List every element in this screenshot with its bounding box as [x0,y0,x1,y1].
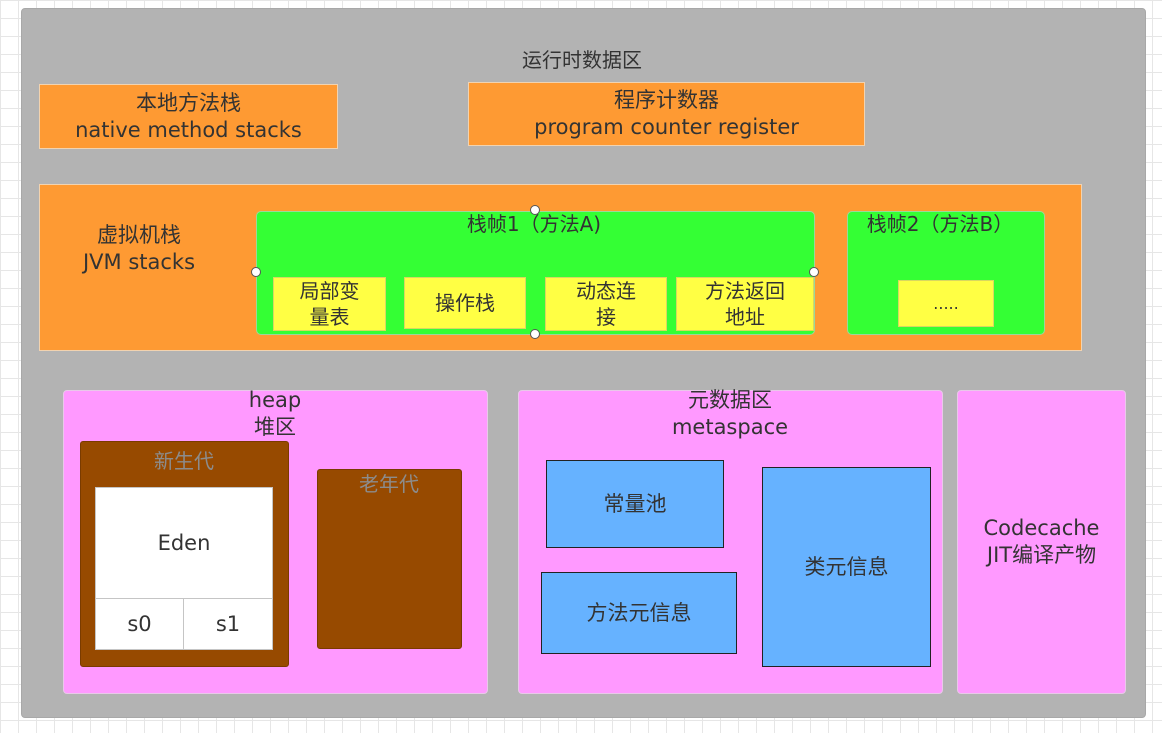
heap-label: heap 堆区 [249,387,301,441]
method-metadata-label: 方法元信息 [586,600,692,625]
local-variable-table-line2: 量表 [309,305,350,329]
dynamic-linking[interactable]: 动态连 接 [545,277,667,331]
survivor-s1[interactable]: s1 [183,598,273,650]
return-address-line1: 方法返回 [705,279,785,303]
native-method-stack[interactable]: 本地方法栈 native method stacks [39,84,338,149]
dynamic-linking-line2: 接 [596,305,616,329]
jvm-stacks-label-en: JVM stacks [82,250,196,274]
jvm-stacks-label-cn: 虚拟机栈 [96,223,181,247]
constant-pool[interactable]: 常量池 [546,460,724,548]
class-metadata[interactable]: 类元信息 [762,467,931,667]
metaspace-label-en: metaspace [671,415,789,439]
codecache[interactable]: Codecache JIT编译产物 [957,390,1126,694]
native-stack-label-cn: 本地方法栈 [136,90,241,115]
eden-label: Eden [157,530,211,555]
jvm-stacks-label: 虚拟机栈 JVM stacks [83,222,195,276]
operand-stack-label: 操作栈 [435,291,495,315]
return-address[interactable]: 方法返回 地址 [676,277,814,331]
program-counter-register[interactable]: 程序计数器 program counter register [468,82,865,146]
pc-register-label-en: program counter register [534,115,799,139]
selection-handle-right[interactable] [809,267,819,277]
return-address-line2: 地址 [725,305,765,329]
dynamic-linking-line1: 动态连 [576,279,636,303]
old-generation-title: 老年代 [359,472,419,496]
operand-stack[interactable]: 操作栈 [404,277,526,329]
survivor-s0[interactable]: s0 [95,598,184,650]
heap-label-en: heap [248,388,302,412]
heap-label-cn: 堆区 [254,415,296,439]
frame-2-placeholder-text: ..... [933,294,959,313]
stack-frame-2-title: 栈帧2（方法B） [866,212,1014,236]
local-variable-table[interactable]: 局部变 量表 [273,277,386,331]
codecache-label-en: Codecache [983,516,1100,540]
selection-handle-top[interactable] [530,205,540,215]
eden-space[interactable]: Eden [95,487,273,599]
selection-handle-bottom[interactable] [530,329,540,339]
s0-label: s0 [127,611,152,636]
metaspace-label-cn: 元数据区 [688,388,772,412]
pc-register-label-cn: 程序计数器 [614,88,719,112]
metaspace-label: 元数据区 metaspace [672,387,788,441]
frame-2-placeholder[interactable]: ..... [898,280,994,327]
local-variable-table-line1: 局部变 [299,279,360,303]
selection-handle-left[interactable] [251,267,261,277]
class-metadata-label: 类元信息 [804,554,889,579]
method-metadata[interactable]: 方法元信息 [541,572,737,654]
constant-pool-label: 常量池 [603,491,667,516]
young-generation-title: 新生代 [154,449,214,473]
codecache-label-cn: JIT编译产物 [986,543,1097,567]
native-stack-label-en: native method stacks [75,117,302,142]
runtime-data-area-title: 运行时数据区 [522,48,642,72]
s1-label: s1 [215,611,241,636]
